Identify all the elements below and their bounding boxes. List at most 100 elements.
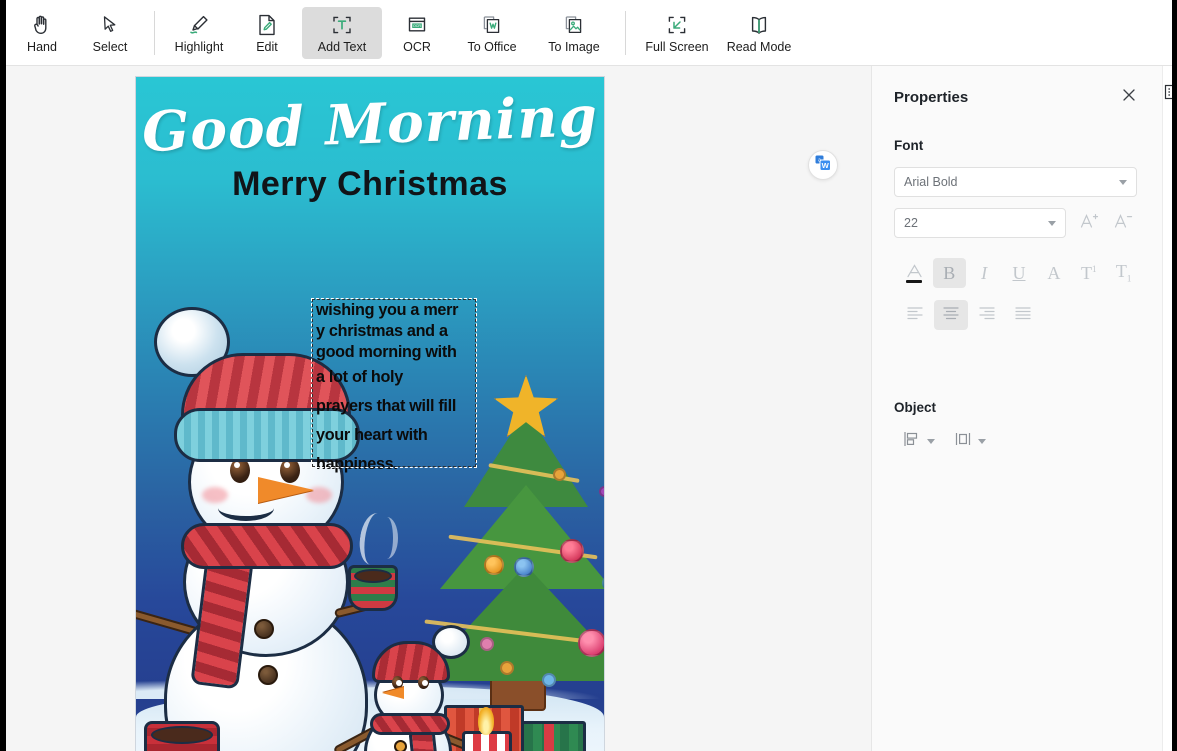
font-size-value: 22 (904, 216, 918, 230)
toolbar-separator-1 (154, 10, 155, 55)
font-color-button[interactable] (898, 258, 931, 288)
align-right-icon (978, 306, 996, 325)
toolbar-button-edit[interactable]: Edit (234, 7, 300, 59)
toolbar-label-edit: Edit (256, 39, 278, 54)
distribute-objects-button[interactable] (953, 429, 986, 454)
align-justify-icon (1014, 306, 1032, 325)
toolbar-button-ocr[interactable]: OCR OCR (384, 7, 450, 59)
italic-button[interactable]: I (968, 258, 1001, 288)
toolbar-button-read-mode[interactable]: Read Mode (719, 7, 799, 59)
text-align-row (898, 300, 1140, 330)
toolbar-label-read-mode: Read Mode (726, 39, 792, 54)
text-box-content[interactable]: wishing you a merr y christmas and a goo… (316, 300, 472, 479)
convert-to-word-icon: a W (814, 154, 832, 177)
tree-ornament (578, 629, 604, 657)
close-icon (1122, 88, 1136, 107)
subscript-icon: T1 (1115, 261, 1132, 284)
font-size-select[interactable]: 22 (894, 208, 1066, 238)
card-title: Good Morning (141, 83, 599, 164)
card-subtitle: Merry Christmas (232, 165, 508, 203)
text-format-row: B I U A T1 T1 (898, 258, 1140, 288)
align-center-icon (942, 306, 960, 325)
cocoa-mug (144, 721, 220, 751)
text-line: prayers that will fill (316, 397, 457, 415)
toolbar-group-navigation: Hand Select (8, 0, 144, 65)
distribute-objects-icon (953, 429, 973, 454)
properties-title: Properties (894, 88, 969, 106)
chevron-down-icon (1119, 179, 1127, 185)
toolbar-label-add-text: Add Text (317, 39, 367, 54)
svg-text:W: W (822, 161, 830, 170)
toolbar-label-select: Select (92, 39, 128, 54)
align-left-icon (906, 306, 924, 325)
object-buttons-row (902, 429, 1140, 454)
toolbar-label-ocr: OCR (403, 39, 431, 54)
toolbar-button-to-office[interactable]: To Office (452, 7, 532, 59)
toolbar-button-full-screen[interactable]: Full Screen (637, 7, 717, 59)
align-center-button[interactable] (934, 300, 968, 330)
toolbar-label-full-screen: Full Screen (645, 39, 709, 54)
toolbar-button-to-image[interactable]: To Image (534, 7, 614, 59)
edit-document-icon (252, 12, 282, 38)
read-mode-icon (744, 12, 774, 38)
align-objects-button[interactable] (902, 429, 935, 454)
toolbar-label-hand: Hand (27, 39, 57, 54)
toolbar-button-hand[interactable]: Hand (9, 7, 75, 59)
text-line: y christmas and a (316, 322, 448, 340)
snowman-carrot-nose-icon (258, 477, 314, 503)
properties-header: Properties (894, 86, 1140, 108)
small-snowman-scarf (370, 713, 450, 735)
bold-button[interactable]: B (932, 258, 966, 288)
snowman-button (254, 619, 274, 639)
increase-font-size-button[interactable] (1072, 208, 1106, 238)
strikethrough-button[interactable]: A (1037, 258, 1070, 288)
font-color-icon (906, 263, 923, 283)
decrease-font-size-icon (1113, 211, 1133, 236)
ocr-icon: OCR (402, 12, 432, 38)
bold-icon: B (943, 263, 956, 283)
text-line: good morning with (316, 343, 457, 361)
subscript-button[interactable]: T1 (1107, 258, 1140, 288)
cocoa-cup (348, 565, 398, 611)
window-edge-left (0, 0, 6, 751)
small-snowman-nose (382, 687, 404, 699)
chevron-down-icon (927, 439, 935, 444)
toolbar-separator-2 (625, 10, 626, 55)
tree-ornament (560, 539, 584, 563)
decrease-font-size-button[interactable] (1106, 208, 1140, 238)
tree-ornament (484, 555, 504, 575)
object-section-title: Object (894, 400, 937, 415)
chevron-down-icon (978, 439, 986, 444)
tree-ornament (599, 486, 604, 497)
text-line: happiness. (316, 455, 398, 473)
hand-icon (27, 12, 57, 38)
close-properties-button[interactable] (1118, 86, 1140, 108)
toolbar-button-highlight[interactable]: Highlight (166, 7, 232, 59)
toolbar-group-view: Full Screen Read Mode (636, 0, 800, 65)
align-objects-icon (902, 429, 922, 454)
gift-ribbon (544, 724, 554, 751)
tree-ornament (542, 673, 556, 687)
text-line: wishing you a merr (316, 301, 459, 319)
align-right-button[interactable] (970, 300, 1004, 330)
strikethrough-icon: A (1047, 263, 1061, 283)
align-left-button[interactable] (898, 300, 932, 330)
font-family-select[interactable]: Arial Bold (894, 167, 1137, 197)
toolbar-button-add-text[interactable]: Add Text (302, 6, 382, 59)
underline-button[interactable]: U (1003, 258, 1036, 288)
app-window: Hand Select Highlight Edit Add Text OCR … (0, 0, 1177, 751)
to-image-icon (559, 12, 589, 38)
svg-text:OCR: OCR (413, 24, 421, 28)
align-justify-button[interactable] (1006, 300, 1040, 330)
greeting-card-page[interactable]: Good Morning Merry Christmas wishing you… (135, 76, 605, 751)
superscript-button[interactable]: T1 (1072, 258, 1105, 288)
convert-to-word-button[interactable]: a W (808, 150, 838, 180)
toolbar-button-select[interactable]: Select (77, 7, 143, 59)
text-line: your heart with (316, 426, 428, 444)
font-size-row: 22 (894, 208, 1140, 238)
selected-text-box[interactable]: wishing you a merr y christmas and a goo… (311, 298, 477, 473)
steam-wisp (376, 517, 398, 559)
toolbar-label-to-image: To Image (548, 39, 600, 54)
document-canvas[interactable]: Good Morning Merry Christmas wishing you… (0, 66, 871, 751)
properties-panel: Properties Font Arial Bold 22 B I U A T1… (871, 66, 1162, 751)
